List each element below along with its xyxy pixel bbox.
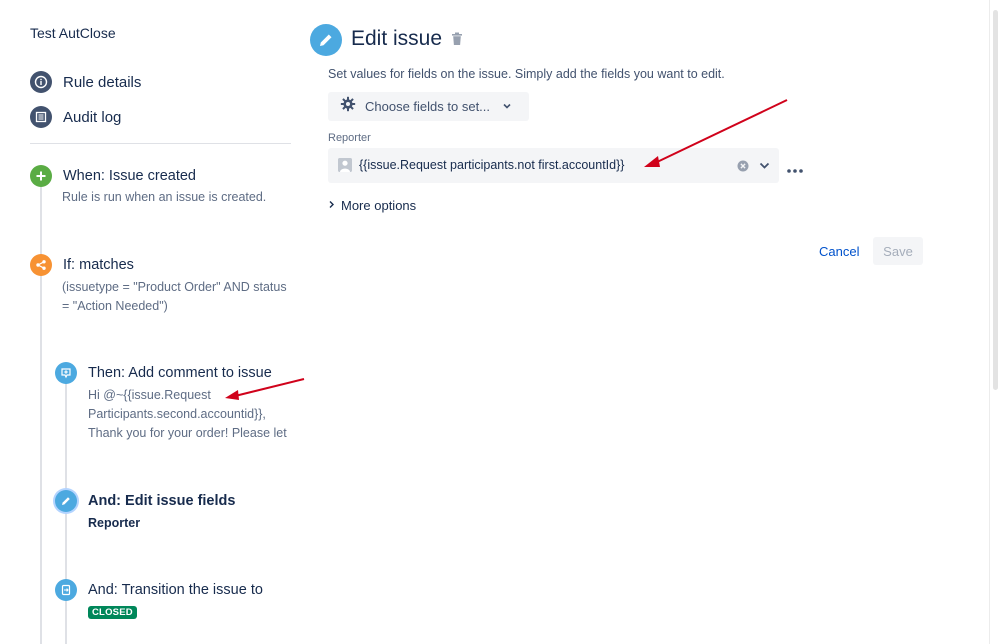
nav-item-audit-log[interactable]: Audit log <box>30 106 121 128</box>
comment-icon <box>55 362 77 384</box>
save-button[interactable]: Save <box>873 237 923 265</box>
more-options-label: More options <box>341 197 417 213</box>
nav-label: Audit log <box>63 108 122 126</box>
step-title: And: Transition the issue to <box>88 582 263 598</box>
choose-fields-button[interactable]: Choose fields to set... <box>328 92 529 121</box>
step-description: Rule is run when an issue is created. <box>62 190 267 204</box>
user-avatar-icon <box>338 158 352 172</box>
step-title: And: Edit issue fields <box>88 493 236 509</box>
sidebar-divider <box>30 143 291 144</box>
rule-title: Test AutClose <box>30 25 116 41</box>
more-icon[interactable] <box>786 162 804 180</box>
transition-icon <box>55 579 77 601</box>
step-description-line: Participants.second.accountid}}, <box>88 407 266 421</box>
reporter-field[interactable]: {{issue.Request participants.not first.a… <box>328 148 779 183</box>
step-title: Then: Add comment to issue <box>88 365 272 381</box>
chevron-down-icon[interactable] <box>758 159 771 177</box>
info-icon <box>30 71 52 93</box>
trash-icon[interactable] <box>451 32 463 51</box>
share-icon <box>30 254 52 276</box>
pencil-icon <box>55 490 77 512</box>
clear-icon[interactable] <box>737 159 749 177</box>
edit-issue-pencil-icon <box>310 24 342 56</box>
step-title: When: Issue created <box>63 168 196 184</box>
step-description: Reporter <box>88 516 141 530</box>
choose-fields-label: Choose fields to set... <box>365 99 491 114</box>
step-description-line: Thank you for your order! Please let <box>88 426 287 440</box>
nav-label: Rule details <box>63 73 142 91</box>
chevron-right-icon <box>328 196 335 214</box>
status-badge: CLOSED <box>88 606 137 619</box>
reporter-field-value: {{issue.Request participants.not first.a… <box>359 158 625 172</box>
scrollbar-thumb[interactable] <box>993 10 998 390</box>
page-title: Edit issue <box>351 27 443 50</box>
list-icon <box>30 106 52 128</box>
rule-sidebar: Test AutClose Rule details Audit log Whe… <box>0 0 300 644</box>
chevron-down-icon <box>502 98 512 116</box>
step-description: (issuetype = "Product Order" AND status … <box>62 280 287 313</box>
gear-icon <box>340 96 356 117</box>
reporter-field-label: Reporter <box>328 132 371 144</box>
plus-icon <box>30 165 52 187</box>
step-description-line: Hi @~{{issue.Request <box>88 388 211 402</box>
flow-branch-line <box>65 383 67 644</box>
nav-item-rule-details[interactable]: Rule details <box>30 71 141 93</box>
edit-issue-description: Set values for fields on the issue. Simp… <box>328 67 725 81</box>
more-options-toggle[interactable]: More options <box>328 196 416 214</box>
step-title: If: matches <box>63 257 134 273</box>
cancel-button[interactable]: Cancel <box>812 237 866 265</box>
